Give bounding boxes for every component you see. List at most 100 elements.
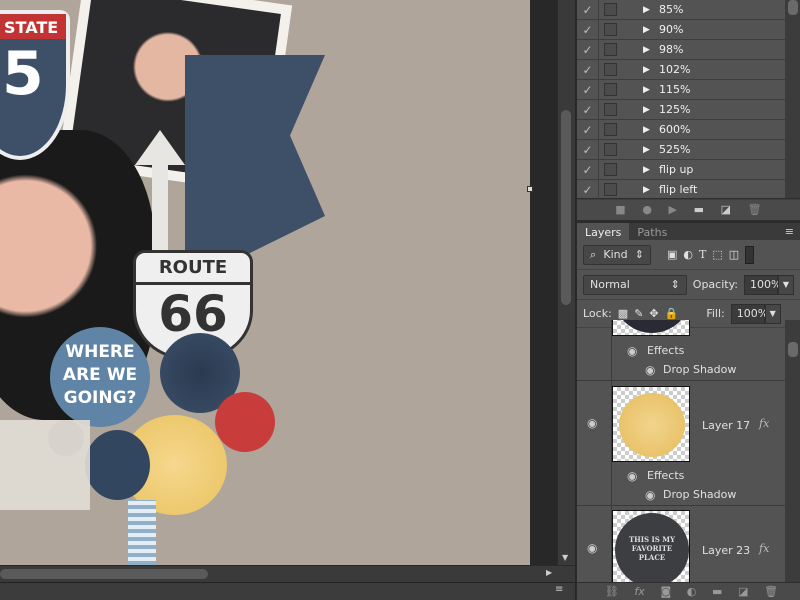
stop-icon[interactable]: ■	[615, 203, 625, 216]
check-icon[interactable]: ✓	[577, 80, 599, 99]
fx-icon[interactable]: fx	[759, 542, 769, 555]
expand-triangle-icon[interactable]: ▶	[643, 45, 657, 55]
dialog-toggle-checkbox[interactable]	[604, 163, 617, 176]
expand-triangle-icon[interactable]: ▶	[643, 185, 657, 195]
layer-row[interactable]: ◉ Effects ◉ Drop Shadow	[577, 320, 785, 381]
check-icon[interactable]: ✓	[577, 140, 599, 159]
layer-row-layer-23[interactable]: ◉ THIS IS MY FAVORITE PLACE Layer 23 fx	[577, 507, 785, 582]
adjustment-icon[interactable]: ◐	[687, 585, 697, 598]
expand-triangle-icon[interactable]: ▶	[643, 105, 657, 115]
blend-mode-select[interactable]: Normal ⇕	[583, 274, 687, 295]
folder-icon[interactable]: ▬	[712, 585, 722, 598]
dialog-toggle-checkbox[interactable]	[604, 123, 617, 136]
folder-icon[interactable]: ▬	[694, 203, 704, 216]
dialog-toggle-checkbox[interactable]	[604, 143, 617, 156]
action-row[interactable]: ✓ ▶ 125%	[577, 100, 800, 120]
record-icon[interactable]: ●	[642, 203, 652, 216]
action-label: 125%	[659, 103, 691, 116]
layers-scroll-thumb[interactable]	[787, 342, 798, 357]
vertical-scrollbar[interactable]: ▼	[558, 0, 575, 565]
lock-all-icon[interactable]: 🔒	[665, 307, 679, 320]
action-row[interactable]: ✓ ▶ 525%	[577, 140, 800, 160]
action-row[interactable]: ✓ ▶ flip up	[577, 160, 800, 180]
expand-triangle-icon[interactable]: ▶	[643, 85, 657, 95]
dialog-toggle-checkbox[interactable]	[604, 43, 617, 56]
dialog-toggle-checkbox[interactable]	[604, 83, 617, 96]
dialog-toggle-checkbox[interactable]	[604, 3, 617, 16]
smart-object-filter-icon[interactable]: ◫	[729, 248, 739, 261]
document-canvas-area[interactable]: STATE 5 ROUTE 66 WHERE ARE WE GOING?	[0, 0, 558, 565]
check-icon[interactable]: ✓	[577, 100, 599, 119]
action-row[interactable]: ✓ ▶ flip left	[577, 180, 800, 200]
trash-icon[interactable]: 🗑	[748, 203, 762, 216]
expand-triangle-icon[interactable]: ▶	[643, 65, 657, 75]
new-layer-icon[interactable]: ◪	[738, 585, 748, 598]
play-icon[interactable]: ▶	[669, 203, 677, 216]
fx-icon[interactable]: fx	[759, 417, 769, 430]
opacity-label: Opacity:	[692, 278, 738, 291]
action-label: 525%	[659, 143, 691, 156]
check-icon[interactable]: ✓	[577, 160, 599, 179]
eye-icon[interactable]: ◉	[627, 344, 637, 358]
visibility-eye-icon[interactable]: ◉	[587, 541, 597, 555]
eye-icon[interactable]: ◉	[645, 488, 655, 502]
action-row[interactable]: ✓ ▶ 600%	[577, 120, 800, 140]
selection-handle[interactable]	[527, 186, 533, 192]
pixel-filter-icon[interactable]: ▣	[667, 248, 677, 261]
check-icon[interactable]: ✓	[577, 120, 599, 139]
action-row[interactable]: ✓ ▶ 115%	[577, 80, 800, 100]
link-icon[interactable]: ⛓	[605, 585, 619, 598]
dialog-toggle-checkbox[interactable]	[604, 23, 617, 36]
new-action-icon[interactable]: ◪	[721, 203, 731, 216]
expand-triangle-icon[interactable]: ▶	[643, 145, 657, 155]
panel-menu-icon[interactable]: ≡	[555, 584, 563, 595]
mask-icon[interactable]: ◙	[660, 585, 671, 598]
type-filter-icon[interactable]: T	[699, 248, 706, 261]
filter-kind-select[interactable]: ⌕ Kind ⇕	[583, 244, 651, 265]
trash-icon[interactable]: 🗑	[764, 585, 778, 598]
action-row[interactable]: ✓ ▶ 85%	[577, 0, 800, 20]
tab-layers[interactable]: Layers	[577, 223, 630, 240]
adjustment-filter-icon[interactable]: ◐	[683, 248, 693, 261]
eye-icon[interactable]: ◉	[645, 363, 655, 377]
layer-thumbnail: THIS IS MY FAVORITE PLACE	[612, 510, 690, 582]
fx-icon[interactable]: fx	[634, 585, 644, 598]
check-icon[interactable]: ✓	[577, 180, 599, 199]
status-bar: ≡	[0, 582, 575, 600]
lock-move-icon[interactable]: ✥	[649, 307, 658, 320]
scroll-down-icon[interactable]: ▼	[562, 553, 568, 562]
dialog-toggle-checkbox[interactable]	[604, 63, 617, 76]
horizontal-scrollbar[interactable]: ▶	[0, 565, 575, 582]
lock-paint-icon[interactable]: ✎	[634, 307, 643, 320]
action-row[interactable]: ✓ ▶ 102%	[577, 60, 800, 80]
dialog-toggle-checkbox[interactable]	[604, 183, 617, 196]
expand-triangle-icon[interactable]: ▶	[643, 5, 657, 15]
expand-triangle-icon[interactable]: ▶	[643, 165, 657, 175]
eye-icon[interactable]: ◉	[627, 469, 637, 483]
check-icon[interactable]: ✓	[577, 60, 599, 79]
scroll-right-icon[interactable]: ▶	[546, 568, 552, 577]
check-icon[interactable]: ✓	[577, 40, 599, 59]
lock-transparent-icon[interactable]: ▩	[618, 307, 628, 320]
check-icon[interactable]: ✓	[577, 0, 599, 19]
action-row[interactable]: ✓ ▶ 90%	[577, 20, 800, 40]
layer-row-layer-17[interactable]: ◉ Layer 17 fx ◉ Effects ◉ Drop Shadow	[577, 382, 785, 506]
expand-triangle-icon[interactable]: ▶	[643, 25, 657, 35]
actions-scrollbar[interactable]	[785, 0, 800, 198]
horizontal-scroll-thumb[interactable]	[0, 569, 208, 579]
shape-filter-icon[interactable]: ⬚	[712, 248, 722, 261]
vertical-scroll-thumb[interactable]	[561, 110, 571, 305]
layers-scrollbar[interactable]	[785, 320, 800, 582]
tab-paths[interactable]: Paths	[629, 223, 675, 240]
action-row[interactable]: ✓ ▶ 98%	[577, 40, 800, 60]
expand-triangle-icon[interactable]: ▶	[643, 125, 657, 135]
effects-label: Effects	[647, 344, 685, 357]
visibility-eye-icon[interactable]: ◉	[587, 416, 597, 430]
filter-toggle[interactable]	[745, 245, 755, 264]
opacity-dropdown[interactable]: ▼	[778, 274, 794, 295]
actions-toolbar: ■ ● ▶ ▬ ◪ 🗑	[577, 198, 800, 220]
opacity-input[interactable]: 100%	[744, 274, 781, 295]
check-icon[interactable]: ✓	[577, 20, 599, 39]
panel-menu-icon[interactable]: ≡	[785, 225, 794, 238]
dialog-toggle-checkbox[interactable]	[604, 103, 617, 116]
